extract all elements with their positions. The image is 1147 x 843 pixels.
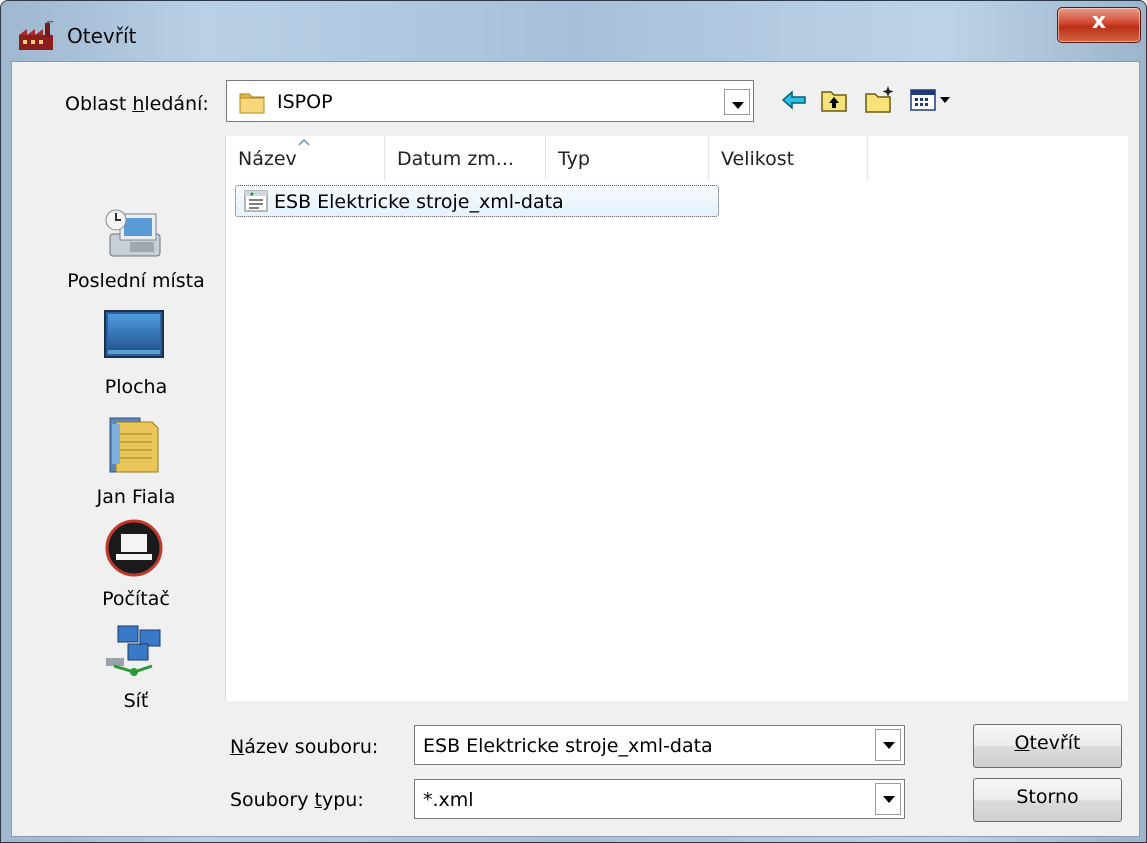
look-in-label: Oblast hledání: xyxy=(65,93,209,115)
file-name-input[interactable]: ESB Elektricke stroje_xml-data xyxy=(423,735,713,757)
file-row[interactable]: ESB Elektricke stroje_xml-data xyxy=(235,185,719,217)
file-name: ESB Elektricke stroje_xml-data xyxy=(274,191,564,213)
xml-file-icon xyxy=(244,190,268,212)
look-in-value: ISPOP xyxy=(277,91,333,113)
place-computer[interactable]: Počítač xyxy=(46,518,226,618)
close-icon: x xyxy=(1091,9,1107,34)
place-desktop[interactable]: Plocha xyxy=(46,308,226,408)
dialog-client-area: Oblast hledání: ISPOP Poslední místa Plo… xyxy=(11,61,1140,837)
column-header-size[interactable]: Velikost xyxy=(709,136,868,180)
file-type-combo[interactable]: *.xml xyxy=(414,779,905,819)
view-menu-icon[interactable] xyxy=(910,88,954,112)
file-type-value: *.xml xyxy=(423,789,474,811)
place-label: Jan Fiala xyxy=(96,486,176,508)
window-title: Otevřít xyxy=(67,24,137,48)
place-label: Počítač xyxy=(102,588,170,610)
file-name-combo[interactable]: ESB Elektricke stroje_xml-data xyxy=(414,725,905,765)
column-header-type[interactable]: Typ xyxy=(546,136,709,180)
look-in-dropdown-button[interactable] xyxy=(724,89,750,115)
folder-icon xyxy=(239,93,265,114)
place-user[interactable]: Jan Fiala xyxy=(46,414,226,514)
title-bar[interactable]: Otevřít x xyxy=(1,1,1146,59)
place-network[interactable]: Síť xyxy=(46,622,226,722)
open-file-dialog: Otevřít x Oblast hledání: ISPOP Poslední… xyxy=(0,0,1147,843)
file-type-label: Soubory typu: xyxy=(230,789,364,811)
network-icon xyxy=(106,625,161,676)
close-button[interactable]: x xyxy=(1057,7,1141,43)
file-name-dropdown-button[interactable] xyxy=(875,729,901,761)
file-list-view[interactable]: Název Datum zm... Typ Velikost ESB Elekt xyxy=(225,136,1128,701)
look-in-combo[interactable]: ISPOP xyxy=(226,80,754,122)
file-type-dropdown-button[interactable] xyxy=(875,783,901,815)
places-bar: Poslední místa Plocha Jan Fiala Počítač … xyxy=(46,198,226,758)
open-button[interactable]: Otevřít xyxy=(973,724,1122,768)
up-folder-icon[interactable] xyxy=(820,87,848,113)
place-recent[interactable]: Poslední místa xyxy=(46,198,226,298)
sort-ascending-icon xyxy=(298,139,310,146)
recent-places-icon xyxy=(105,209,161,257)
desktop-icon xyxy=(104,310,164,358)
back-arrow-icon[interactable] xyxy=(781,89,807,111)
place-label: Poslední místa xyxy=(67,270,205,292)
place-label: Plocha xyxy=(104,376,168,398)
new-folder-icon[interactable] xyxy=(864,84,896,114)
file-name-label: Název souboru: xyxy=(230,736,379,758)
column-header-name[interactable]: Název xyxy=(226,136,385,180)
computer-icon xyxy=(105,519,163,577)
place-label: Síť xyxy=(123,690,149,712)
cancel-button[interactable]: Storno xyxy=(973,778,1122,822)
factory-app-icon xyxy=(19,21,54,50)
column-header-date[interactable]: Datum zm... xyxy=(385,136,546,180)
user-folder-icon xyxy=(109,417,159,473)
